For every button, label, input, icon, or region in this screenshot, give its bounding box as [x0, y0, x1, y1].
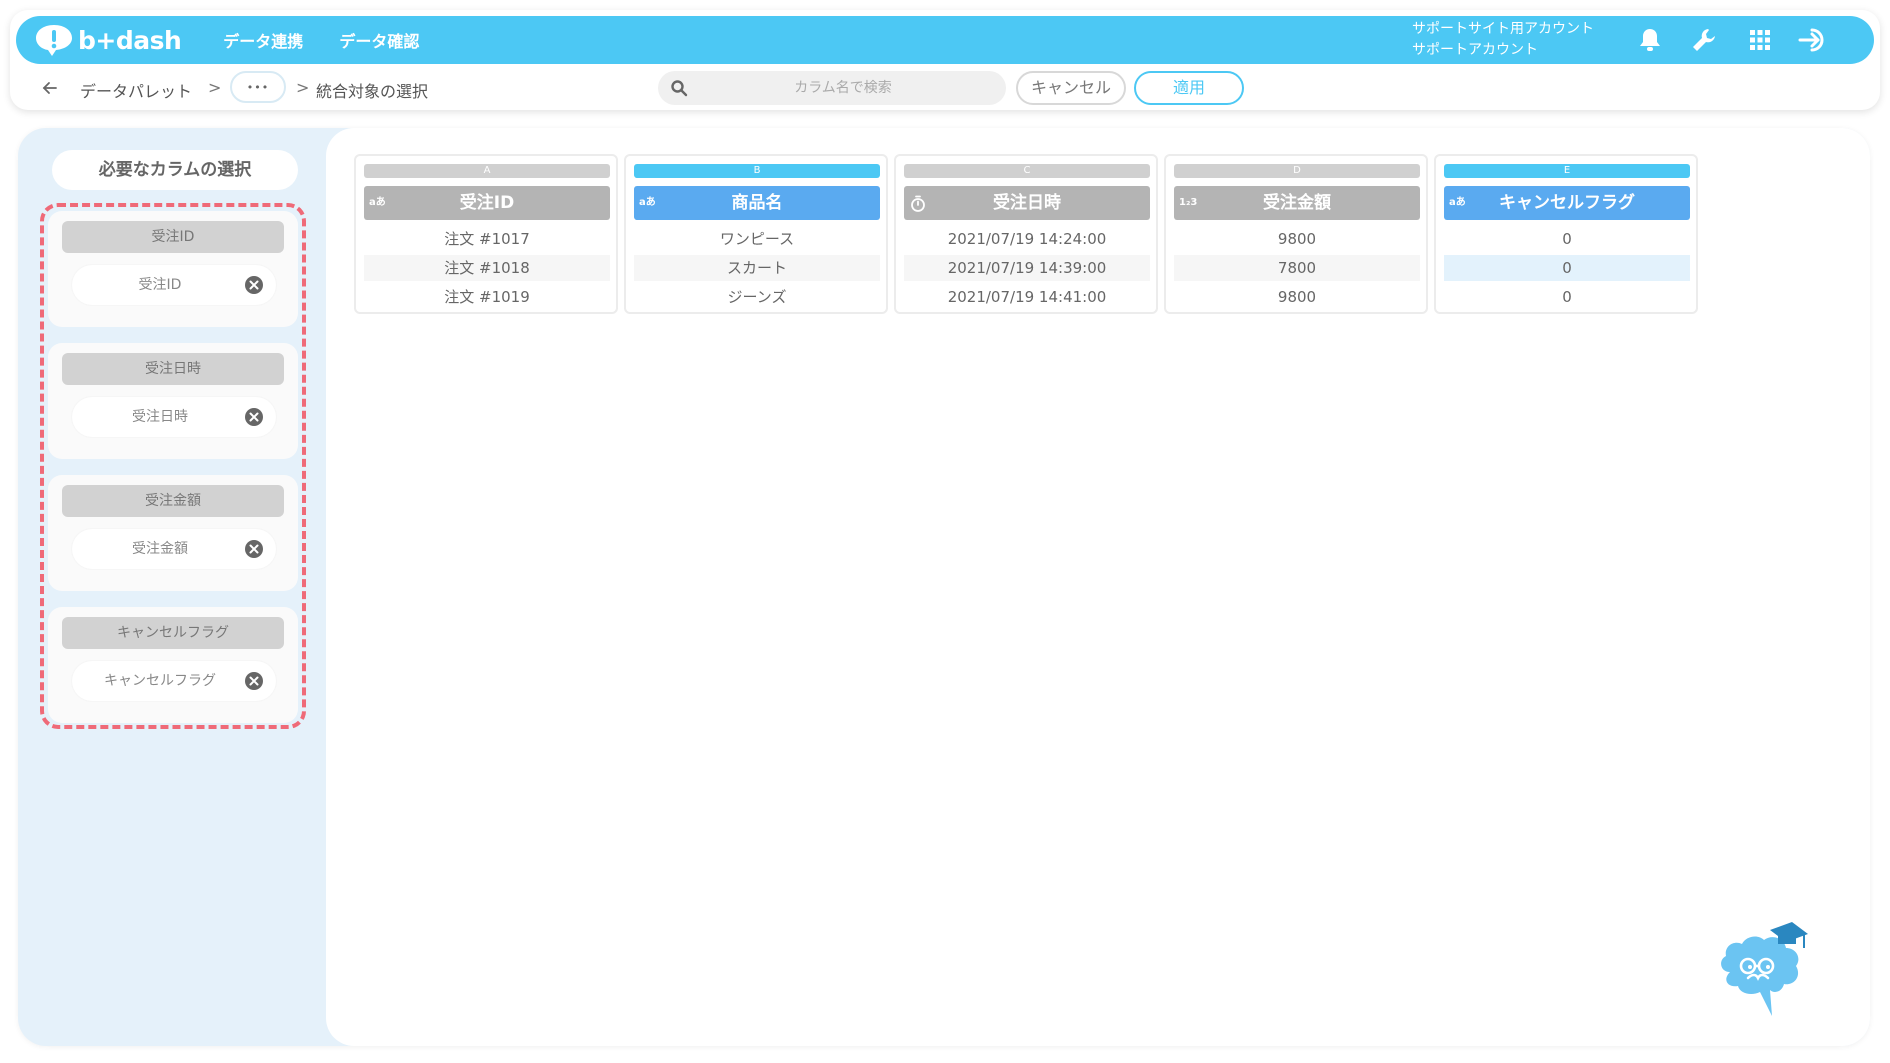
more-dots-icon: ••• [246, 80, 270, 94]
logo-text: b+dash [78, 25, 182, 55]
logo[interactable]: b+dash [34, 23, 182, 57]
nav-data-check[interactable]: データ確認 [339, 28, 419, 52]
column-search[interactable] [658, 71, 1006, 105]
column-letter: C [904, 164, 1150, 178]
column-header[interactable]: 1₂3 受注金額 [1174, 186, 1420, 220]
breadcrumb-current: 統合対象の選択 [316, 82, 429, 101]
data-column-c[interactable]: C 受注日時 2021/07/19 14:24:00 2021/07/19 14… [894, 154, 1158, 314]
grid-apps-icon[interactable] [1744, 24, 1776, 56]
breadcrumb-separator: > [296, 78, 310, 97]
column-letter: A [364, 164, 610, 178]
breadcrumb-separator: > [208, 78, 222, 97]
breadcrumb-bar: データパレット > ••• > 統合対象の選択 キャンセル 適用 [10, 66, 1880, 110]
breadcrumb-more-button[interactable]: ••• [230, 71, 286, 103]
number-type-icon: 1₂3 [1179, 197, 1198, 208]
user-account[interactable]: サポートサイト用アカウント サポートアカウント [1412, 19, 1594, 61]
column-name: 受注金額 [1263, 193, 1331, 213]
mascot-assistant-icon[interactable] [1712, 922, 1812, 1022]
table-cell: 0 [1562, 230, 1572, 248]
table-cell: 注文 #1018 [364, 255, 610, 281]
sidebar-title: 必要なカラムの選択 [52, 150, 298, 190]
apply-button[interactable]: 適用 [1134, 71, 1244, 105]
text-type-icon: aあ [369, 197, 386, 208]
column-letter: D [1174, 164, 1420, 178]
table-cell: ワンピース [719, 230, 795, 248]
data-column-d[interactable]: D 1₂3 受注金額 9800 7800 9800 [1164, 154, 1428, 314]
column-name: 受注日時 [993, 193, 1061, 213]
search-input[interactable] [698, 71, 988, 105]
table-cell: 7800 [1174, 255, 1420, 281]
table-cell: 2021/07/19 14:24:00 [947, 230, 1107, 248]
column-header[interactable]: aあ 商品名 [634, 186, 880, 220]
table-cell: 9800 [1277, 230, 1317, 248]
top-navbar: b+dash データ連携 データ確認 サポートサイト用アカウント サポートアカウ… [16, 16, 1874, 64]
table-cell: 2021/07/19 14:39:00 [904, 255, 1150, 281]
table-cell: 9800 [1277, 288, 1317, 306]
column-letter: E [1444, 164, 1690, 178]
column-header[interactable]: 受注日時 [904, 186, 1150, 220]
column-name: 商品名 [731, 193, 783, 213]
user-account-name: サポートアカウント [1412, 42, 1538, 58]
datetime-type-icon [911, 195, 925, 212]
table-cell: 0 [1562, 288, 1572, 306]
logo-bubble-icon [36, 25, 72, 56]
wrench-icon[interactable] [1688, 24, 1720, 56]
column-header[interactable]: aあ キャンセルフラグ [1444, 186, 1690, 220]
table-cell: スカート [634, 255, 880, 281]
data-column-a[interactable]: A aあ 受注ID 注文 #1017 注文 #1018 注文 #1019 [354, 154, 618, 314]
user-account-site: サポートサイト用アカウント [1412, 21, 1594, 37]
selected-columns-highlight [40, 203, 306, 729]
back-arrow-icon[interactable] [40, 78, 60, 98]
column-letter: B [634, 164, 880, 178]
bell-icon[interactable] [1634, 24, 1666, 56]
data-column-b[interactable]: B aあ 商品名 ワンピース スカート ジーンズ [624, 154, 888, 314]
table-cell: 2021/07/19 14:41:00 [947, 288, 1107, 306]
logout-icon[interactable] [1798, 24, 1830, 56]
table-cell: ジーンズ [727, 288, 787, 306]
data-column-e[interactable]: E aあ キャンセルフラグ 0 0 0 [1434, 154, 1698, 314]
nav-data-integration[interactable]: データ連携 [223, 28, 303, 52]
column-name: キャンセルフラグ [1499, 193, 1635, 213]
text-type-icon: aあ [1449, 197, 1466, 208]
column-name: 受注ID [459, 193, 515, 213]
column-header[interactable]: aあ 受注ID [364, 186, 610, 220]
text-type-icon: aあ [639, 197, 656, 208]
breadcrumb-data-palette[interactable]: データパレット [80, 78, 192, 102]
table-cell: 注文 #1019 [444, 288, 530, 306]
search-icon [671, 80, 688, 97]
cancel-button[interactable]: キャンセル [1016, 71, 1126, 105]
table-cell: 注文 #1017 [444, 230, 530, 248]
table-cell: 0 [1444, 255, 1690, 281]
